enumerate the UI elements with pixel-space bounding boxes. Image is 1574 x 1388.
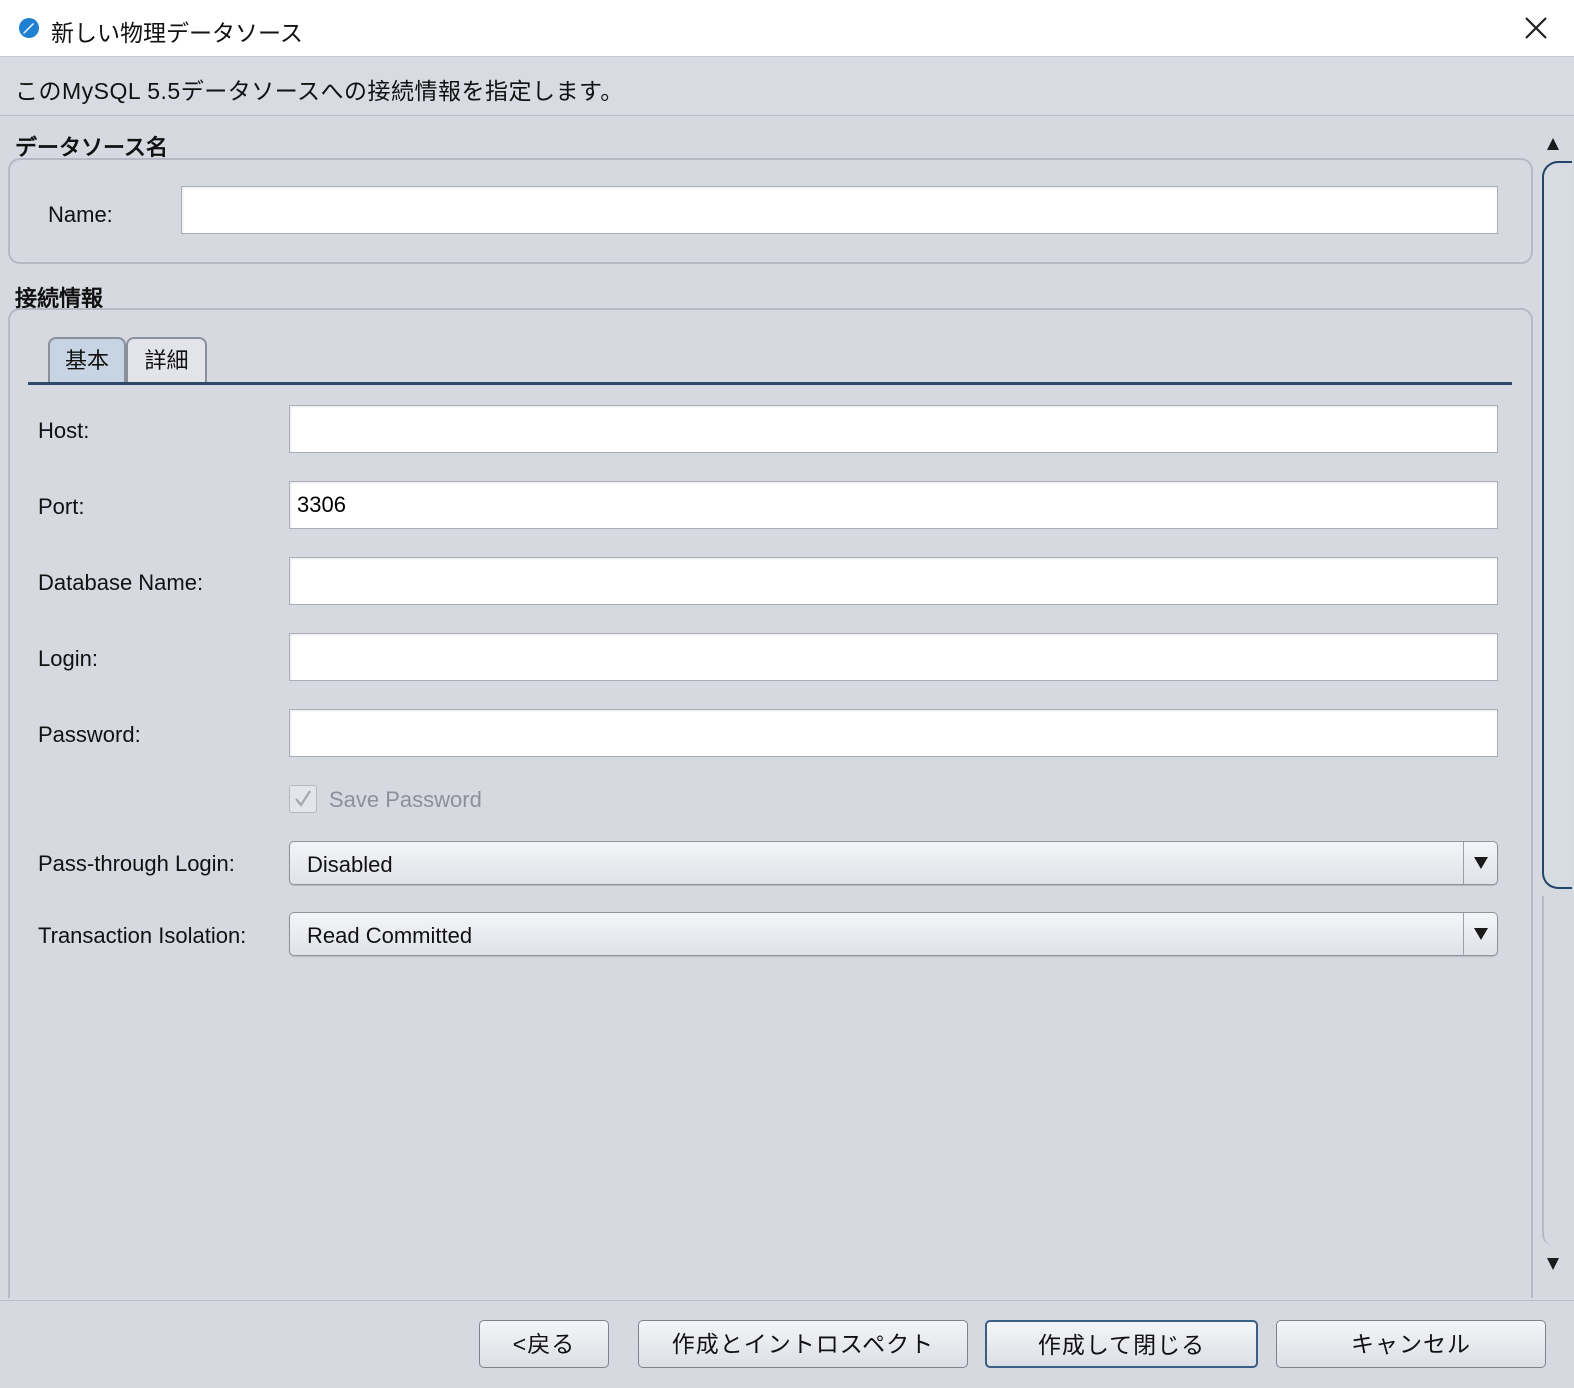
passthrough-login-label: Pass-through Login: [38,851,235,876]
chevron-down-icon[interactable] [1463,913,1497,955]
name-input[interactable] [181,186,1498,234]
passthrough-login-value: Disabled [307,852,393,877]
tab-basic[interactable]: 基本 [48,337,126,384]
host-label: Host: [38,418,90,443]
database-name-label: Database Name: [38,570,204,595]
host-input[interactable] [289,405,1498,453]
instruction-text: このMySQL 5.5データソースへの接続情報を指定します。 [15,78,624,104]
database-name-input[interactable] [289,557,1498,605]
transaction-isolation-value: Read Committed [307,923,473,948]
tab-advanced[interactable]: 詳細 [126,337,207,384]
tab-underline [28,382,1512,385]
passthrough-login-select[interactable]: Disabled [289,841,1498,885]
title-bar: 新しい物理データソース [0,0,1574,57]
save-password-checkbox[interactable] [289,785,317,813]
scroll-up-arrow-icon[interactable] [1538,130,1568,158]
password-input[interactable] [289,709,1498,757]
app-logo-icon [18,17,40,39]
scrollbar-thumb[interactable] [1542,161,1572,889]
connection-info-group [8,308,1533,1298]
transaction-isolation-select[interactable]: Read Committed [289,912,1498,956]
port-input[interactable] [289,481,1498,529]
back-button[interactable]: <戻る [479,1320,609,1368]
create-and-introspect-button[interactable]: 作成とイントロスペクト [638,1320,968,1368]
vertical-scrollbar[interactable] [1538,126,1572,1282]
close-icon[interactable] [1518,10,1554,46]
scroll-down-arrow-icon[interactable] [1538,1250,1568,1278]
port-label: Port: [38,494,85,519]
create-and-close-button[interactable]: 作成して閉じる [985,1320,1258,1368]
login-input[interactable] [289,633,1498,681]
chevron-down-icon[interactable] [1463,842,1497,884]
name-label: Name: [48,202,113,227]
password-label: Password: [38,722,141,747]
window-title: 新しい物理データソース [51,20,303,46]
save-password-label: Save Password [329,787,482,812]
instruction-bar: このMySQL 5.5データソースへの接続情報を指定します。 [0,57,1574,116]
login-label: Login: [38,646,98,671]
transaction-isolation-label: Transaction Isolation: [38,923,247,948]
cancel-button[interactable]: キャンセル [1276,1320,1546,1368]
scrollbar-track[interactable] [1542,896,1568,1246]
checkmark-icon [295,790,311,807]
